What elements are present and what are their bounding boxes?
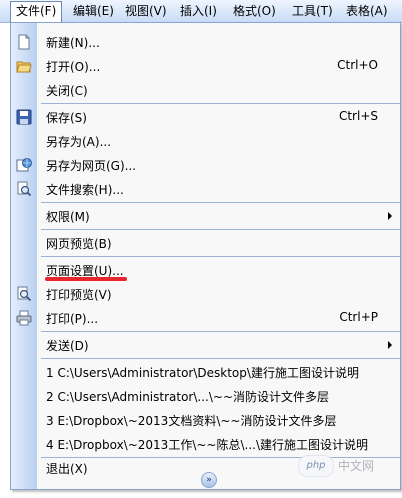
menu-item-label: 关闭(C) xyxy=(46,84,88,98)
menu-item-new[interactable]: 新建(N)... xyxy=(11,30,400,54)
menu-item-label: 另存为网页(G)... xyxy=(46,159,137,173)
menu-separator xyxy=(41,256,400,257)
menu-item-open[interactable]: 打开(O)... Ctrl+O xyxy=(11,54,400,78)
file-menu-dropdown: 新建(N)... 打开(O)... Ctrl+O 关闭(C) 保存(S) Ctr… xyxy=(10,22,401,490)
recent-file-label: 1 C:\Users\Administrator\Desktop\建行施工图设计… xyxy=(46,366,359,380)
open-folder-icon xyxy=(16,61,32,73)
menu-insert[interactable]: 插入(I) xyxy=(175,2,222,20)
recent-file-4[interactable]: 4 E:\Dropbox\~2013工作\~~陈总\...\建行施工图设计说明 xyxy=(11,432,400,456)
menu-format[interactable]: 格式(O) xyxy=(228,2,281,20)
menu-item-save-as[interactable]: 另存为(A)... xyxy=(11,129,400,153)
recent-file-label: 3 E:\Dropbox\~2013文档资料\~~消防设计文件多层 xyxy=(46,414,337,428)
menu-item-label: 保存(S) xyxy=(46,111,87,125)
menu-item-label: 打印(P)... xyxy=(46,312,99,326)
menu-separator xyxy=(41,103,400,104)
menu-item-label: 网页预览(B) xyxy=(46,237,112,251)
web-page-icon xyxy=(16,158,32,172)
menu-item-save-as-web[interactable]: 另存为网页(G)... xyxy=(11,153,400,177)
save-disk-icon xyxy=(16,109,32,125)
recent-file-3[interactable]: 3 E:\Dropbox\~2013文档资料\~~消防设计文件多层 xyxy=(11,408,400,432)
watermark-logo: php xyxy=(298,455,334,477)
menu-item-label: 权限(M) xyxy=(46,210,90,224)
menu-item-web-preview[interactable]: 网页预览(B) xyxy=(11,231,400,255)
expand-menu-chevron-icon[interactable]: » xyxy=(201,472,217,488)
menu-item-file-search[interactable]: 文件搜索(H)... xyxy=(11,177,400,201)
submenu-arrow-icon xyxy=(388,341,392,349)
menu-item-label: 发送(D) xyxy=(46,339,89,353)
printer-icon xyxy=(16,310,32,326)
menu-item-print[interactable]: 打印(P)... Ctrl+P xyxy=(11,306,400,330)
file-search-icon xyxy=(17,181,32,197)
menu-item-label: 打开(O)... xyxy=(46,60,101,74)
menu-item-page-setup[interactable]: 页面设置(U)... xyxy=(11,258,400,282)
menu-item-label: 另存为(A)... xyxy=(46,135,112,149)
menu-item-send[interactable]: 发送(D) xyxy=(11,333,400,357)
menu-item-label: 文件搜索(H)... xyxy=(46,183,124,197)
print-preview-icon xyxy=(17,286,32,302)
menu-item-label: 打印预览(V) xyxy=(46,288,112,302)
menu-item-print-preview[interactable]: 打印预览(V) xyxy=(11,282,400,306)
menu-item-permission[interactable]: 权限(M) xyxy=(11,204,400,228)
shortcut-label: Ctrl+P xyxy=(339,310,378,324)
menu-table[interactable]: 表格(A) xyxy=(341,2,393,20)
recent-file-1[interactable]: 1 C:\Users\Administrator\Desktop\建行施工图设计… xyxy=(11,360,400,384)
submenu-arrow-icon xyxy=(388,212,392,220)
menu-item-label: 退出(X) xyxy=(46,462,88,476)
menu-item-save[interactable]: 保存(S) Ctrl+S xyxy=(11,105,400,129)
new-document-icon xyxy=(18,34,30,50)
menu-separator xyxy=(41,202,400,203)
menu-separator xyxy=(41,358,400,359)
menu-view[interactable]: 视图(V) xyxy=(120,2,172,20)
menu-file[interactable]: 文件(F) xyxy=(10,1,63,23)
watermark-text: 中文网 xyxy=(338,459,375,473)
recent-file-2[interactable]: 2 C:\Users\Administrator\...\~~消防设计文件多层 xyxy=(11,384,400,408)
menu-item-close[interactable]: 关闭(C) xyxy=(11,78,400,102)
menu-bar: 文件(F) 编辑(E) 视图(V) 插入(I) 格式(O) 工具(T) 表格(A… xyxy=(0,0,402,23)
menu-item-label: 新建(N)... xyxy=(46,36,100,50)
shortcut-label: Ctrl+S xyxy=(338,109,378,123)
recent-file-label: 2 C:\Users\Administrator\...\~~消防设计文件多层 xyxy=(46,390,330,404)
menu-edit[interactable]: 编辑(E) xyxy=(68,2,119,20)
menu-separator xyxy=(41,331,400,332)
recent-file-label: 4 E:\Dropbox\~2013工作\~~陈总\...\建行施工图设计说明 xyxy=(46,438,368,452)
red-highlight-underline xyxy=(45,277,127,281)
shortcut-label: Ctrl+O xyxy=(337,58,378,72)
menu-tools[interactable]: 工具(T) xyxy=(287,2,338,20)
watermark: php 中文网 xyxy=(298,455,398,477)
menu-separator xyxy=(41,229,400,230)
